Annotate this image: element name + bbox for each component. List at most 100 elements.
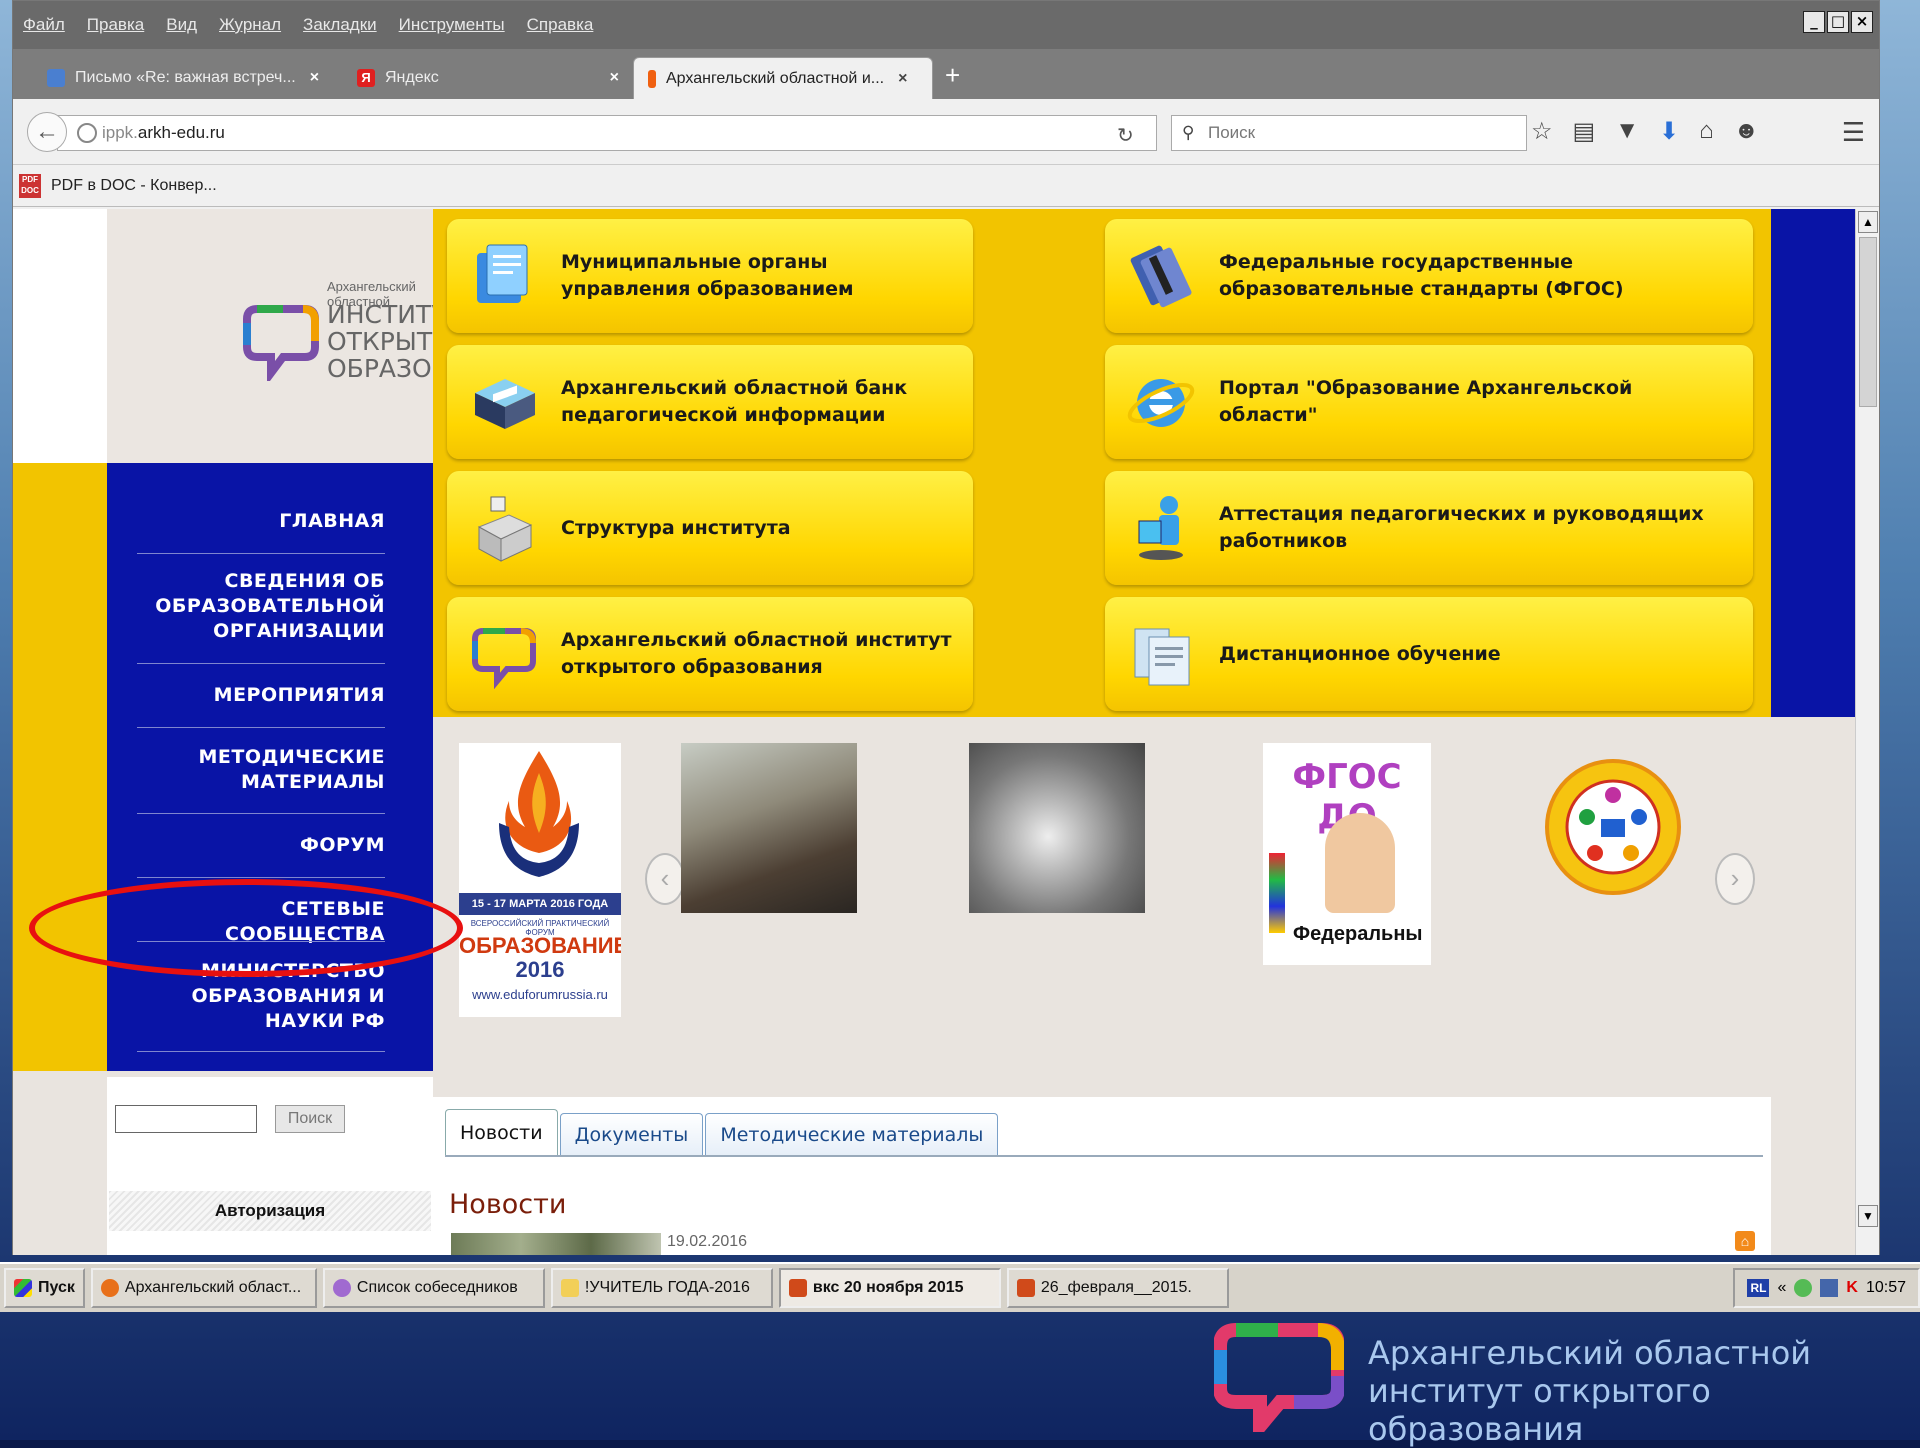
slide-forum-poster[interactable]: 15 - 17 МАРТА 2016 ГОДА ВСЕРОССИЙСКИЙ ПР… — [459, 743, 621, 1017]
download-icon[interactable]: ⬇ — [1659, 117, 1679, 146]
home-icon[interactable]: ⌂ — [1699, 117, 1714, 146]
close-tab-icon[interactable]: × — [610, 69, 619, 87]
menu-edit[interactable]: Правка — [87, 15, 144, 35]
menu-history[interactable]: Журнал — [219, 15, 281, 35]
tab-methodical-materials[interactable]: Методические материалы — [705, 1113, 999, 1157]
search-icon: ⚲ — [1182, 123, 1195, 142]
content-panel: Новости Документы Методические материалы… — [433, 1097, 1771, 1255]
tile-institute-structure[interactable]: Структура института — [447, 471, 973, 585]
language-indicator[interactable]: RL — [1747, 1279, 1770, 1297]
close-tab-icon[interactable]: × — [898, 70, 907, 88]
reading-list-icon[interactable]: ▤ — [1573, 117, 1596, 146]
site-search-button[interactable]: Поиск — [275, 1105, 345, 1133]
nav-divider — [137, 1051, 385, 1052]
menu-file[interactable]: Файл — [23, 15, 65, 35]
vertical-scrollbar[interactable]: ▲ ▼ — [1855, 209, 1879, 1255]
tab-news[interactable]: Новости — [445, 1109, 558, 1157]
forum-year: 2016 — [515, 957, 565, 982]
maximize-button[interactable]: □ — [1827, 11, 1849, 33]
tile-institute-open-education[interactable]: Архангельский областной институт открыто… — [447, 597, 973, 711]
right-blue-strip — [1771, 209, 1857, 717]
internet-explorer-icon — [1127, 379, 1195, 427]
tile-label: Дистанционное обучение — [1219, 642, 1501, 665]
menu-bar: Файл Правка Вид Журнал Закладки Инструме… — [13, 1, 1879, 49]
search-input[interactable]: ⚲ Поиск — [1171, 115, 1527, 151]
tile-label: Муниципальные органы управления образова… — [561, 251, 854, 300]
slide-fgos-do[interactable]: ФГОС ДО Федеральны — [1263, 743, 1431, 965]
tab-label: Яндекс — [385, 69, 439, 86]
globe-icon — [77, 123, 97, 143]
forum-title: ОБРАЗОВАНИЕ — [459, 933, 621, 958]
nav-divider — [137, 877, 385, 878]
menu-tools[interactable]: Инструменты — [399, 15, 505, 35]
taskbar-item-label: Список собеседников — [356, 1279, 518, 1296]
smiley-icon[interactable]: ☻ — [1734, 117, 1759, 146]
tile-attestation[interactable]: Аттестация педагогических и руководящих … — [1105, 471, 1753, 585]
tile-fgos-standards[interactable]: Федеральные государственные образователь… — [1105, 219, 1753, 333]
scroll-thumb[interactable] — [1859, 237, 1877, 407]
flame-hands-icon — [499, 751, 579, 877]
image-carousel: 15 - 17 МАРТА 2016 ГОДА ВСЕРОССИЙСКИЙ ПР… — [433, 717, 1857, 1097]
hamburger-menu-icon[interactable]: ☰ — [1842, 117, 1865, 148]
tile-label: Федеральные государственные образователь… — [1219, 251, 1624, 300]
taskbar-item-label: вкс 20 ноября 2015 — [812, 1279, 964, 1296]
tab-mail[interactable]: Письмо «Re: важная встреч... × — [33, 57, 343, 99]
taskbar-item-firefox[interactable]: Архангельский област... — [90, 1268, 317, 1308]
close-tab-icon[interactable]: × — [310, 69, 319, 87]
menu-bookmarks[interactable]: Закладки — [303, 15, 377, 35]
news-thumbnail[interactable] — [451, 1233, 661, 1255]
new-tab-button[interactable]: + — [945, 60, 960, 91]
taskbar-item-presentation-active[interactable]: вкс 20 ноября 2015 — [778, 1268, 1001, 1308]
tab-label: Письмо «Re: важная встреч... — [75, 69, 296, 86]
tile-label: Архангельский областной институт открыто… — [561, 629, 952, 678]
tab-aioo[interactable]: Архангельский областной и... × — [633, 57, 933, 99]
carousel-prev-arrow[interactable]: ‹ — [645, 853, 685, 905]
minimize-button[interactable]: _ — [1803, 11, 1825, 33]
site-logo[interactable]: Архангельский областной ИНСТИТУТ ОТКРЫТО… — [107, 209, 521, 463]
nav-divider — [137, 553, 385, 554]
bookmark-star-icon[interactable]: ☆ — [1531, 117, 1553, 146]
clock: 10:57 — [1865, 1279, 1906, 1296]
taskbar-item-contacts[interactable]: Список собеседников — [322, 1268, 545, 1308]
tray-expand-icon[interactable]: « — [1777, 1279, 1786, 1297]
nav-forum[interactable]: ФОРУМ — [137, 833, 385, 858]
menu-help[interactable]: Справка — [527, 15, 594, 35]
start-button[interactable]: Пуск — [4, 1268, 85, 1308]
carousel-next-arrow[interactable]: › — [1715, 853, 1755, 905]
tile-education-portal[interactable]: Портал "Образование Архангельской област… — [1105, 345, 1753, 459]
tile-distance-learning[interactable]: Дистанционное обучение — [1105, 597, 1753, 711]
taskbar-item-label: !УЧИТЕЛЬ ГОДА-2016 — [584, 1279, 750, 1296]
close-window-button[interactable]: × — [1851, 11, 1873, 33]
display-icon[interactable] — [1820, 1279, 1839, 1297]
slide-festival-emblem[interactable] — [1543, 735, 1683, 915]
rss-icon[interactable]: ⌂ — [1735, 1231, 1755, 1251]
tile-municipal-authorities[interactable]: Муниципальные органы управления образова… — [447, 219, 973, 333]
back-button[interactable]: ← — [27, 112, 67, 152]
slide-classroom-photo[interactable] — [681, 743, 857, 913]
tab-yandex[interactable]: Я Яндекс × — [343, 57, 633, 99]
nav-events[interactable]: МЕРОПРИЯТИЯ — [137, 683, 385, 708]
footer-institute-name: Архангельский областной институт открыто… — [1368, 1334, 1812, 1448]
tab-documents[interactable]: Документы — [559, 1113, 704, 1157]
pocket-icon[interactable]: ▼ — [1615, 117, 1639, 146]
scroll-down-arrow-icon[interactable]: ▼ — [1858, 1205, 1878, 1227]
slide-vintage-photo[interactable] — [969, 743, 1145, 913]
antivirus-icon[interactable]: K — [1846, 1279, 1858, 1297]
taskbar-item-presentation[interactable]: 26_февраля__2015. — [1006, 1268, 1229, 1308]
taskbar-item-folder[interactable]: !УЧИТЕЛЬ ГОДА-2016 — [550, 1268, 773, 1308]
nav-methodical-materials[interactable]: МЕТОДИЧЕСКИЕ МАТЕРИАЛЫ — [137, 745, 385, 795]
tile-pedagogical-bank[interactable]: Архангельский областной банк педагогичес… — [447, 345, 973, 459]
address-bar[interactable]: ippk. arkh-edu.ru — [57, 115, 1157, 151]
bookmark-pdf-to-doc[interactable]: PDF в DOC - Конвер... — [51, 177, 217, 195]
database-box-icon — [475, 379, 535, 429]
content-tabs: Новости Документы Методические материалы — [445, 1109, 1000, 1157]
search-placeholder: Поиск — [1208, 123, 1256, 142]
site-search-input[interactable] — [115, 1105, 257, 1133]
reload-icon[interactable]: ↻ — [1117, 123, 1134, 148]
scroll-up-arrow-icon[interactable]: ▲ — [1858, 211, 1878, 233]
nav-about-organization[interactable]: СВЕДЕНИЯ ОБ ОБРАЗОВАТЕЛЬНОЙ ОРГАНИЗАЦИИ — [137, 569, 385, 644]
network-icon[interactable] — [1794, 1279, 1813, 1297]
window-controls: _ □ × — [1803, 11, 1873, 33]
menu-view[interactable]: Вид — [166, 15, 197, 35]
nav-home[interactable]: ГЛАВНАЯ — [137, 509, 385, 534]
